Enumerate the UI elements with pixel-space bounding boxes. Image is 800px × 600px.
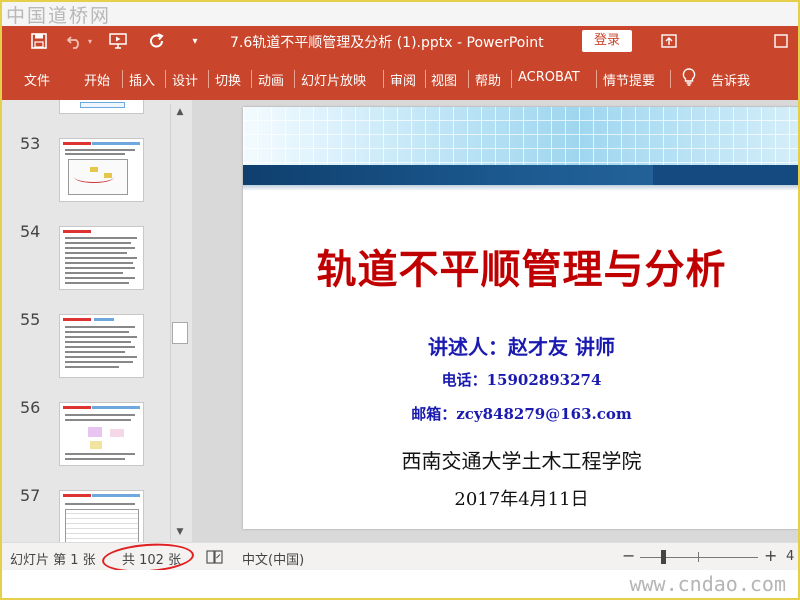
tab-separator [165, 70, 166, 88]
zoom-slider-midmark [698, 552, 699, 562]
login-button[interactable]: 登录 [582, 30, 632, 52]
ribbon-tabs: 文件 开始 插入 设计 切换 动画 幻灯片放映 审阅 视图 帮助 ACROBAT… [0, 56, 800, 100]
zoom-level[interactable]: 4 [786, 549, 794, 564]
watermark-url: www.cndao.com [629, 572, 786, 596]
slide-thumbnail[interactable] [59, 402, 144, 466]
tab-storyboarding[interactable]: 情节提要 [603, 70, 655, 89]
zoom-in-button[interactable]: + [764, 546, 777, 565]
tab-transitions[interactable]: 切换 [215, 70, 241, 89]
slide-title: 轨道不平顺管理与分析 [316, 247, 727, 293]
undo-icon[interactable] [64, 30, 86, 52]
maximize-icon[interactable] [770, 30, 792, 52]
scroll-down-icon[interactable]: ▼ [171, 524, 189, 540]
slide-school: 西南交通大学土木工程学院 [401, 449, 642, 473]
zoom-slider-thumb[interactable] [661, 550, 666, 564]
thumbnail-scrollbar[interactable]: ▲ ▼ [170, 104, 188, 540]
tab-home[interactable]: 开始 [84, 70, 110, 89]
slide-thumbnail[interactable] [59, 314, 144, 378]
lightbulb-icon[interactable] [682, 68, 696, 90]
status-bar: 幻灯片 第 1 张 共 102 张 中文(中国) − + 4 [0, 540, 800, 576]
present-from-beginning-icon[interactable] [108, 30, 130, 52]
customize-qat-icon[interactable]: ▾ [184, 30, 206, 52]
slide-phone: 电话：15902893274 [441, 371, 602, 389]
tab-separator [122, 70, 123, 88]
slide-header-shadow [243, 185, 800, 191]
save-icon[interactable] [28, 30, 50, 52]
tab-separator [294, 70, 295, 88]
document-title: 7.6轨道不平顺管理及分析 (1).pptx - PowerPoint [230, 35, 544, 51]
tab-separator [251, 70, 252, 88]
tab-view[interactable]: 视图 [431, 70, 457, 89]
language-indicator[interactable]: 中文(中国) [242, 549, 304, 568]
tab-separator [670, 70, 671, 88]
watermark-bottom: www.cndao.com [0, 570, 800, 600]
thumbnail-pane: 53 54 55 56 57 [0, 100, 192, 554]
scroll-up-icon[interactable]: ▲ [171, 104, 189, 120]
tab-separator [208, 70, 209, 88]
tab-help[interactable]: 帮助 [475, 70, 501, 89]
slide-date: 2017年4月11日 [454, 489, 589, 510]
tab-file[interactable]: 文件 [24, 70, 50, 89]
zoom-slider[interactable] [640, 557, 758, 558]
tab-separator [511, 70, 512, 88]
tab-separator [383, 70, 384, 88]
slide-number: 55 [20, 310, 41, 329]
tab-separator [468, 70, 469, 88]
notes-icon[interactable] [206, 549, 224, 565]
undo-dropdown-icon[interactable]: ▾ [84, 30, 96, 52]
slide-number: 57 [20, 486, 41, 505]
redo-icon[interactable] [146, 30, 168, 52]
scrollbar-thumb[interactable] [172, 322, 188, 344]
tab-review[interactable]: 审阅 [390, 70, 416, 89]
tab-animations[interactable]: 动画 [258, 70, 284, 89]
slide-presenter: 讲述人：赵才友 讲师 [428, 335, 615, 359]
slide-number: 54 [20, 222, 41, 241]
tab-insert[interactable]: 插入 [129, 70, 155, 89]
zoom-out-button[interactable]: − [622, 546, 635, 565]
watermark-logo: 中国道桥网 [6, 5, 112, 27]
slide-position: 幻灯片 第 1 张 [10, 553, 96, 568]
tab-tell-me[interactable]: 告诉我 [711, 70, 750, 89]
tab-separator [425, 70, 426, 88]
title-bar: ▾ ▾ 7.6轨道不平顺管理及分析 (1).pptx - PowerPoint … [0, 26, 800, 56]
tab-slideshow[interactable]: 幻灯片放映 [301, 70, 366, 89]
watermark-top: 中国道桥网 [0, 0, 800, 27]
slide-thumbnail[interactable] [59, 138, 144, 202]
slide-number: 53 [20, 134, 41, 153]
slide-number: 56 [20, 398, 41, 417]
current-slide[interactable]: 轨道不平顺管理与分析 讲述人：赵才友 讲师 电话：15902893274 邮箱：… [243, 107, 800, 529]
ribbon-display-options-icon[interactable] [658, 30, 680, 52]
tab-design[interactable]: 设计 [172, 70, 198, 89]
tab-separator [596, 70, 597, 88]
slide-thumbnail[interactable] [59, 100, 144, 114]
tab-acrobat[interactable]: ACROBAT [518, 70, 580, 85]
slide-banner [243, 107, 800, 165]
slide-thumbnail[interactable] [59, 226, 144, 290]
slide-header-bar [243, 165, 800, 185]
slide-email: 邮箱：zcy848279@163.com [411, 405, 632, 423]
